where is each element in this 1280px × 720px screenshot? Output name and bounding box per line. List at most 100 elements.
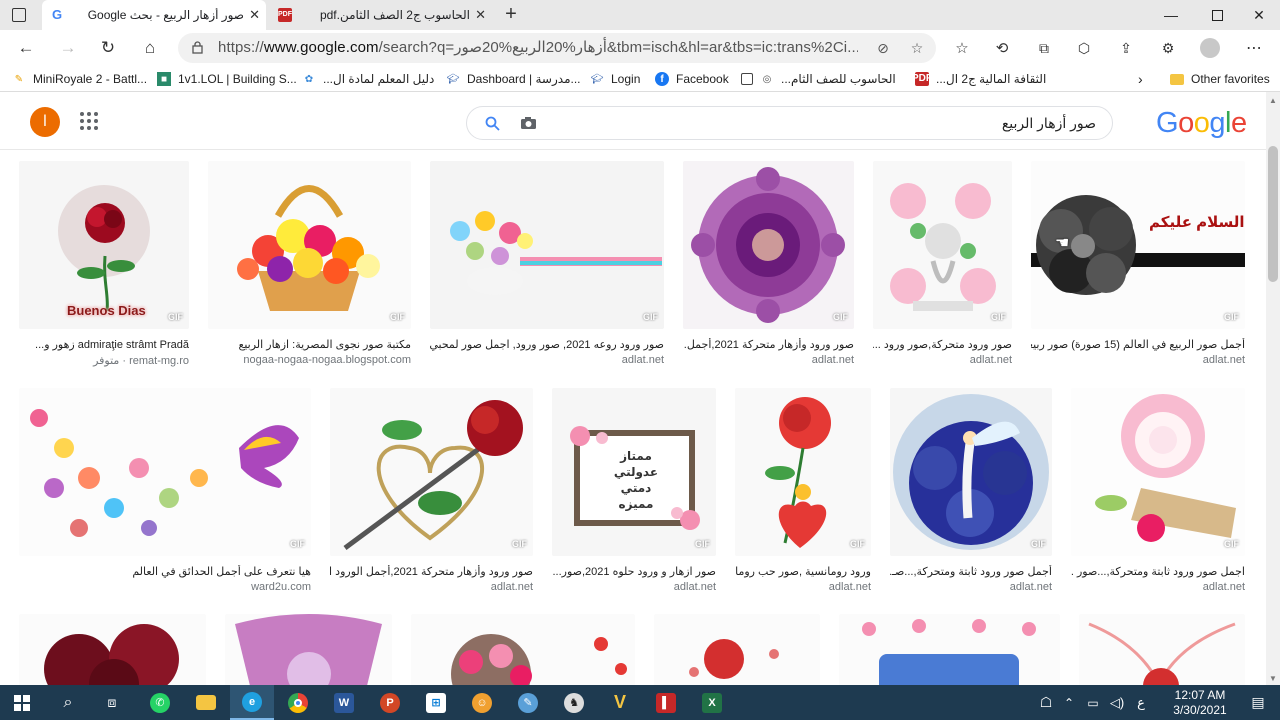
home-button[interactable]: ⌂ (132, 30, 168, 66)
search-query[interactable]: صور أزهار الربيع (1002, 107, 1096, 139)
result-source[interactable]: adlat.net (1031, 354, 1245, 366)
camera-icon[interactable] (520, 116, 537, 133)
word-icon[interactable]: W (322, 685, 366, 720)
favorite-miniroyale[interactable]: ✎ MiniRoyale 2 - Battl... (12, 66, 147, 92)
favorite-1v1lol[interactable]: ■ 1v1.LOL | Building S... (157, 66, 297, 92)
search-box[interactable]: صور أزهار الربيع (466, 106, 1113, 140)
game-icon[interactable]: ♞ (552, 685, 596, 720)
clock[interactable]: 12:07 AM 3/30/2021 (1160, 685, 1240, 720)
result-source[interactable]: adlat.net (430, 354, 664, 366)
tracking-prevention-icon[interactable]: ⊘ (868, 33, 898, 63)
result-source[interactable]: ward2u.com (19, 581, 311, 593)
share-icon[interactable]: ⇪ (1108, 30, 1144, 66)
history-icon[interactable]: ⟲ (984, 30, 1020, 66)
result-caption[interactable]: ورود رومانسية ,صور حب رومانـ... (735, 565, 871, 578)
image-result[interactable]: GIF (735, 388, 871, 556)
image-result[interactable] (1079, 614, 1245, 685)
result-caption[interactable]: صور ازهار و ورود حلوه 2021,صور... (552, 565, 716, 578)
favorites-icon[interactable]: ☆ (944, 30, 980, 66)
result-source[interactable]: adlat.net (735, 581, 871, 593)
tab-google-search[interactable]: G صور أزهار الربيع - بحث Google ✕ (42, 0, 266, 30)
powerpoint-icon[interactable]: P (368, 685, 412, 720)
image-result[interactable]: GIF (873, 161, 1012, 329)
tray-chevron-icon[interactable]: ⌃ (1058, 685, 1080, 720)
image-result[interactable]: GIF (208, 161, 411, 329)
favorite-dashboard[interactable]: 🎓︎ Dashboard | مدرسة... (446, 66, 581, 92)
image-result[interactable] (225, 614, 392, 685)
image-result[interactable]: GIF (1071, 388, 1245, 556)
result-source[interactable]: adlat.net (552, 581, 716, 593)
favorite-login[interactable]: 🎓︎ Login (590, 66, 641, 92)
input-language[interactable]: ع (1130, 685, 1152, 720)
close-window-button[interactable]: ✕ (1236, 0, 1280, 30)
task-view-icon[interactable]: ⧈ (90, 685, 134, 720)
image-result[interactable]: Buenos Dias GIF (19, 161, 189, 329)
page-scrollbar[interactable]: ▲ ▼ (1266, 92, 1280, 685)
start-button[interactable] (0, 685, 44, 720)
result-source[interactable]: adlat.net (890, 581, 1052, 593)
whatsapp-icon[interactable]: ✆ (138, 685, 182, 720)
result-source[interactable]: adlat.net (330, 581, 533, 593)
add-favorite-icon[interactable]: ☆ (902, 33, 932, 63)
search-icon[interactable] (485, 116, 500, 134)
collections-icon[interactable]: ⧉ (1026, 30, 1062, 66)
result-caption[interactable]: أجمل صور الربيع في العالم (15 صورة) صور … (1031, 338, 1245, 351)
scroll-thumb[interactable] (1268, 146, 1278, 282)
favorite-facebook[interactable]: f Facebook (655, 66, 729, 92)
screen-recorder-icon[interactable]: ▌ (644, 685, 688, 720)
tab-actions-icon[interactable] (12, 8, 26, 22)
tab-pdf[interactable]: PDF الحاسوب ج2 الصف الثامن.pdf ✕ (268, 0, 492, 30)
image-result[interactable] (19, 614, 206, 685)
battery-icon[interactable]: ▭ (1082, 685, 1104, 720)
file-explorer-icon[interactable] (184, 685, 228, 720)
image-result[interactable]: السلام عليكم ☚ GIF (1031, 161, 1245, 329)
google-logo[interactable]: Google (1156, 106, 1247, 140)
close-tab-icon[interactable]: ✕ (475, 7, 486, 23)
taskbar-search-icon[interactable]: ⌕ (46, 685, 90, 720)
favorite-other[interactable]: Other favorites (1170, 66, 1270, 92)
image-result[interactable]: GIF (19, 388, 311, 556)
result-source[interactable]: remat-mg.ro · متوفر (19, 354, 189, 367)
result-caption[interactable]: صور ورود وأزهار متحركة 2021,أجمل الورود … (330, 565, 533, 578)
extensions-puzzle-icon[interactable]: ⚙ (1150, 30, 1186, 66)
result-caption[interactable]: هيا نتعرف على أجمل الحدائق في العالم (19, 565, 311, 578)
favorite-financial-culture[interactable]: PDF الثقافة المالية ج2 ال... (912, 66, 1046, 92)
close-tab-icon[interactable]: ✕ (249, 7, 260, 23)
chrome-icon[interactable] (276, 685, 320, 720)
image-result[interactable]: GIF (430, 161, 664, 329)
image-result[interactable] (411, 614, 635, 685)
minimize-button[interactable]: — (1148, 0, 1194, 30)
google-apps-icon[interactable] (80, 112, 100, 132)
image-result[interactable] (654, 614, 820, 685)
scroll-up-icon[interactable]: ▲ (1269, 96, 1277, 105)
result-caption[interactable]: صور ورود متحركة,صور ورود ... (873, 338, 1012, 351)
result-caption[interactable]: اجمل صور ورود ثابتة ومتحركة,...صور ... (1071, 565, 1245, 578)
result-source[interactable]: adlat.net (1071, 581, 1245, 593)
address-bar[interactable]: https://www.google.com/search?q=أزهار%20… (178, 33, 936, 63)
new-tab-button[interactable]: + (500, 4, 522, 26)
favorites-overflow-chevron-icon[interactable]: › (1138, 66, 1143, 92)
image-result[interactable]: GIF (890, 388, 1052, 556)
extension-icon[interactable]: ⬡ (1066, 30, 1102, 66)
app-icon[interactable]: ☺ (460, 685, 504, 720)
account-avatar[interactable]: ا (30, 107, 60, 137)
url-text[interactable]: https://www.google.com/search?q=أزهار%20… (218, 33, 858, 63)
result-caption[interactable]: مكتبة صور نجوى المصرية: ازهار الربيع (208, 338, 411, 351)
result-source[interactable]: nogaa-nogaa-nogaa.blogspot.com (208, 354, 411, 366)
image-result[interactable]: GIF (330, 388, 533, 556)
vectorize-icon[interactable]: V (598, 685, 642, 720)
more-menu-icon[interactable]: ⋯ (1236, 30, 1272, 66)
forward-button[interactable]: → (50, 30, 86, 66)
result-caption[interactable]: صور ورود روعه 2021, صور ورود, اجمل صور ل… (430, 338, 664, 351)
paint-icon[interactable]: ✎ (506, 685, 550, 720)
favorite-teacher-guide[interactable]: ✿ دليل المعلم لمادة ال... (302, 66, 435, 92)
refresh-button[interactable]: ↻ (90, 30, 126, 66)
result-caption[interactable]: أجمل صور ورود ثابتة ومتحركة,...صـ... (890, 565, 1052, 578)
result-caption[interactable]: admiraţie strâmt Pradă زهور و... (19, 338, 189, 351)
maximize-button[interactable] (1194, 0, 1240, 30)
store-icon[interactable]: ⊞ (414, 685, 458, 720)
notifications-icon[interactable]: ▤ (1236, 685, 1280, 720)
volume-icon[interactable]: ◁) (1106, 685, 1128, 720)
result-caption[interactable]: صور ورود وأزهار متحركة 2021,أجمل... (683, 338, 854, 351)
result-source[interactable]: adlat.net (683, 354, 854, 366)
